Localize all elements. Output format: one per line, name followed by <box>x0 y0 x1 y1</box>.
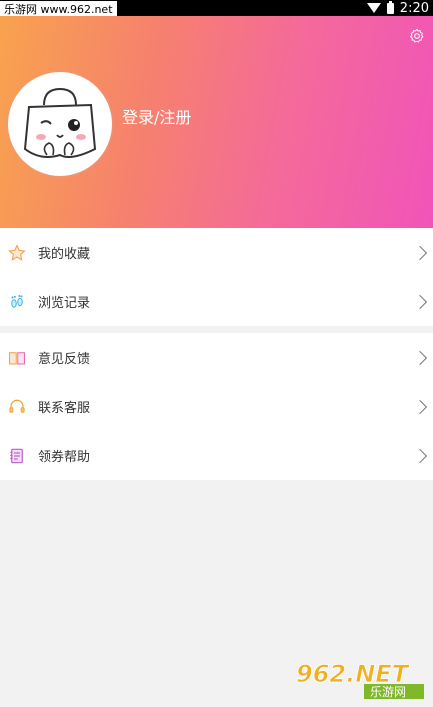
menu-item-favorites[interactable]: 我的收藏 <box>0 228 433 277</box>
book-icon <box>9 351 25 364</box>
wifi-icon <box>366 3 381 13</box>
chevron-right-icon <box>412 350 428 365</box>
menu-item-feedback[interactable]: 意见反馈 <box>0 333 433 382</box>
menu-item-label: 我的收藏 <box>38 247 91 262</box>
watermark-logo-main: 962.NET <box>296 660 410 688</box>
star-icon <box>8 243 26 261</box>
chevron-right-icon <box>412 399 428 414</box>
footprint-icon <box>11 294 23 308</box>
watermark-logo-sub: 乐游网 <box>370 685 406 699</box>
profile-header: 登录/注册 <box>0 16 433 228</box>
battery-icon <box>386 0 394 14</box>
menu-item-label: 意见反馈 <box>38 352 91 367</box>
notebook-icon <box>10 448 23 463</box>
menu-item-history[interactable]: 浏览记录 <box>0 277 433 326</box>
menu-group-primary: 我的收藏 浏览记录 <box>0 228 433 326</box>
chevron-right-icon <box>412 245 428 260</box>
status-time: 2:20 <box>399 0 429 16</box>
avatar[interactable] <box>8 72 112 176</box>
shopping-bag-mascot-icon <box>23 87 97 158</box>
menu-item-label: 浏览记录 <box>38 296 91 311</box>
menu-item-coupon-help[interactable]: 领券帮助 <box>0 431 433 480</box>
chevron-right-icon <box>412 294 428 309</box>
menu-item-label: 领券帮助 <box>38 450 91 465</box>
menu-item-label: 联系客服 <box>38 401 91 416</box>
menu-item-customer-service[interactable]: 联系客服 <box>0 382 433 431</box>
headset-icon <box>9 399 25 413</box>
gear-icon[interactable] <box>409 28 425 44</box>
menu-group-secondary: 意见反馈 联系客服 领券帮助 <box>0 333 433 480</box>
login-register-link[interactable]: 登录/注册 <box>122 104 191 128</box>
chevron-right-icon <box>412 448 428 463</box>
watermark-logo: 962.NET 乐游网 <box>296 660 424 699</box>
